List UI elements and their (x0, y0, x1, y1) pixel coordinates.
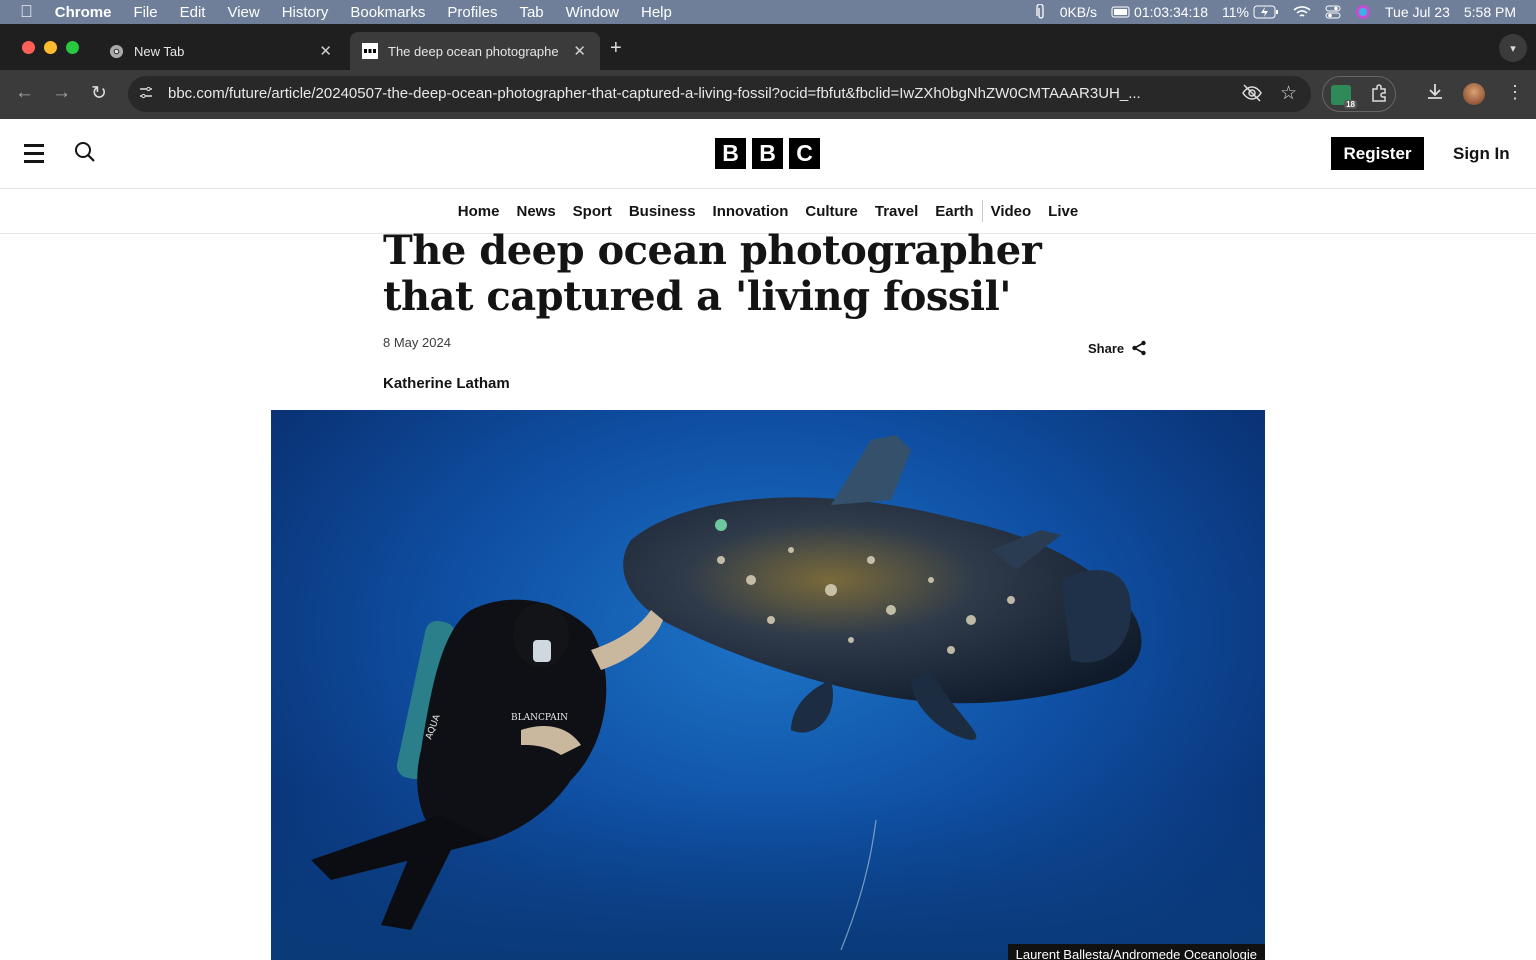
menu-profiles[interactable]: Profiles (447, 4, 497, 21)
menu-tab[interactable]: Tab (519, 4, 543, 21)
maximize-window-button[interactable] (66, 41, 79, 54)
reload-icon[interactable]: ↻ (91, 82, 107, 105)
nav-culture[interactable]: Culture (805, 203, 858, 220)
menu-window[interactable]: Window (566, 4, 619, 21)
download-icon[interactable] (1426, 82, 1444, 105)
search-icon[interactable] (74, 141, 96, 168)
menu-bookmarks[interactable]: Bookmarks (350, 4, 425, 21)
nav-travel[interactable]: Travel (875, 203, 918, 220)
publish-date: 8 May 2024 (383, 335, 451, 350)
tab-title: New Tab (134, 43, 185, 59)
minimize-window-button[interactable] (44, 41, 57, 54)
nav-earth[interactable]: Earth (935, 203, 973, 220)
diver-suit-logo-text: BLANCPAIN (511, 713, 568, 723)
article-title: The deep ocean photographer that capture… (383, 227, 1042, 320)
battery-status[interactable]: 11% (1222, 4, 1279, 20)
address-bar[interactable]: bbc.com/future/article/20240507-the-deep… (128, 76, 1311, 112)
extensions-puzzle-icon[interactable] (1369, 83, 1389, 108)
bbc-logo[interactable]: B B C (715, 138, 820, 169)
menu-app-name[interactable]: Chrome (55, 4, 112, 21)
logo-letter: B (715, 138, 746, 169)
close-window-button[interactable] (22, 41, 35, 54)
nav-business[interactable]: Business (629, 203, 696, 220)
menubar-time[interactable]: 5:58 PM (1464, 4, 1516, 20)
share-icon (1132, 340, 1146, 356)
battery-timer-icon (1111, 6, 1130, 18)
share-button[interactable]: Share (1088, 340, 1147, 356)
tab-new-tab[interactable]: New Tab ✕ (96, 32, 346, 70)
nav-sport[interactable]: Sport (573, 203, 612, 220)
tab-title: The deep ocean photographe (388, 43, 559, 59)
author-name[interactable]: Katherine Latham (383, 375, 510, 392)
control-center-icon[interactable] (1325, 5, 1341, 19)
image-caption: Laurent Ballesta/Andromede Oceanologie (1007, 944, 1265, 960)
wifi-icon[interactable] (1293, 5, 1311, 19)
network-speed[interactable]: 0KB/s (1060, 4, 1097, 20)
bbc-header: B B C Register Sign In (0, 119, 1536, 189)
sign-in-link[interactable]: Sign In (1453, 144, 1510, 164)
new-tab-plus-icon[interactable]: + (610, 37, 622, 60)
apple-icon[interactable]:  (20, 2, 33, 22)
site-settings-icon[interactable] (138, 85, 154, 106)
browser-toolbar: ← → ↻ bbc.com/future/article/20240507-th… (0, 70, 1536, 119)
battery-timer-text: 01:03:34:18 (1134, 4, 1209, 20)
diver-and-coelacanth-photo: BLANCPAIN AQUA (271, 435, 1265, 960)
eye-off-icon[interactable] (1241, 83, 1263, 108)
battery-percent: 11% (1222, 4, 1249, 20)
menu-edit[interactable]: Edit (180, 4, 206, 21)
window-controls (22, 41, 79, 54)
nav-video[interactable]: Video (991, 203, 1032, 220)
coelacanth-fish (623, 435, 1142, 740)
nav-home[interactable]: Home (458, 203, 500, 220)
logo-letter: C (789, 138, 820, 169)
close-tab-icon[interactable]: ✕ (319, 42, 332, 60)
battery-timer[interactable]: 01:03:34:18 (1111, 4, 1208, 20)
tab-bbc-article[interactable]: The deep ocean photographe ✕ (350, 32, 600, 70)
menu-help[interactable]: Help (641, 4, 672, 21)
register-button[interactable]: Register (1331, 137, 1424, 170)
share-label: Share (1088, 340, 1125, 356)
chrome-icon (108, 43, 124, 59)
back-arrow-icon[interactable]: ← (15, 82, 34, 104)
tab-strip: New Tab ✕ The deep ocean photographe ✕ +… (0, 24, 1536, 70)
extension-badge-icon[interactable]: 18 (1331, 85, 1357, 109)
nav-live[interactable]: Live (1048, 203, 1078, 220)
extensions-group: 18 (1322, 76, 1396, 112)
menu-file[interactable]: File (133, 4, 157, 21)
siri-icon[interactable] (1355, 4, 1371, 20)
nav-news[interactable]: News (516, 203, 555, 220)
hamburger-menu-icon[interactable] (24, 144, 44, 168)
battery-charging-icon (1253, 5, 1278, 19)
forward-arrow-icon[interactable]: → (52, 82, 71, 104)
url-text[interactable]: bbc.com/future/article/20240507-the-deep… (168, 85, 1228, 102)
profile-avatar[interactable] (1463, 83, 1485, 105)
menu-history[interactable]: History (282, 4, 329, 21)
chrome-menu-kebab-icon[interactable]: ⋮ (1506, 82, 1524, 103)
nav-divider (981, 200, 983, 222)
tab-search-chevron-icon[interactable]: ▾ (1499, 34, 1527, 62)
hero-image: BLANCPAIN AQUA Laurent Ballesta/Andromed… (271, 410, 1265, 960)
logo-letter: B (752, 138, 783, 169)
menu-view[interactable]: View (227, 4, 259, 21)
close-tab-icon[interactable]: ✕ (573, 42, 586, 60)
macos-menubar:  Chrome File Edit View History Bookmark… (0, 0, 1536, 24)
menubar-date[interactable]: Tue Jul 23 (1385, 4, 1450, 20)
bbc-favicon-icon (362, 43, 378, 59)
paperclip-icon[interactable] (1036, 4, 1046, 20)
bookmark-star-icon[interactable]: ☆ (1280, 82, 1297, 105)
extension-badge-count: 18 (1344, 100, 1357, 109)
nav-innovation[interactable]: Innovation (713, 203, 789, 220)
